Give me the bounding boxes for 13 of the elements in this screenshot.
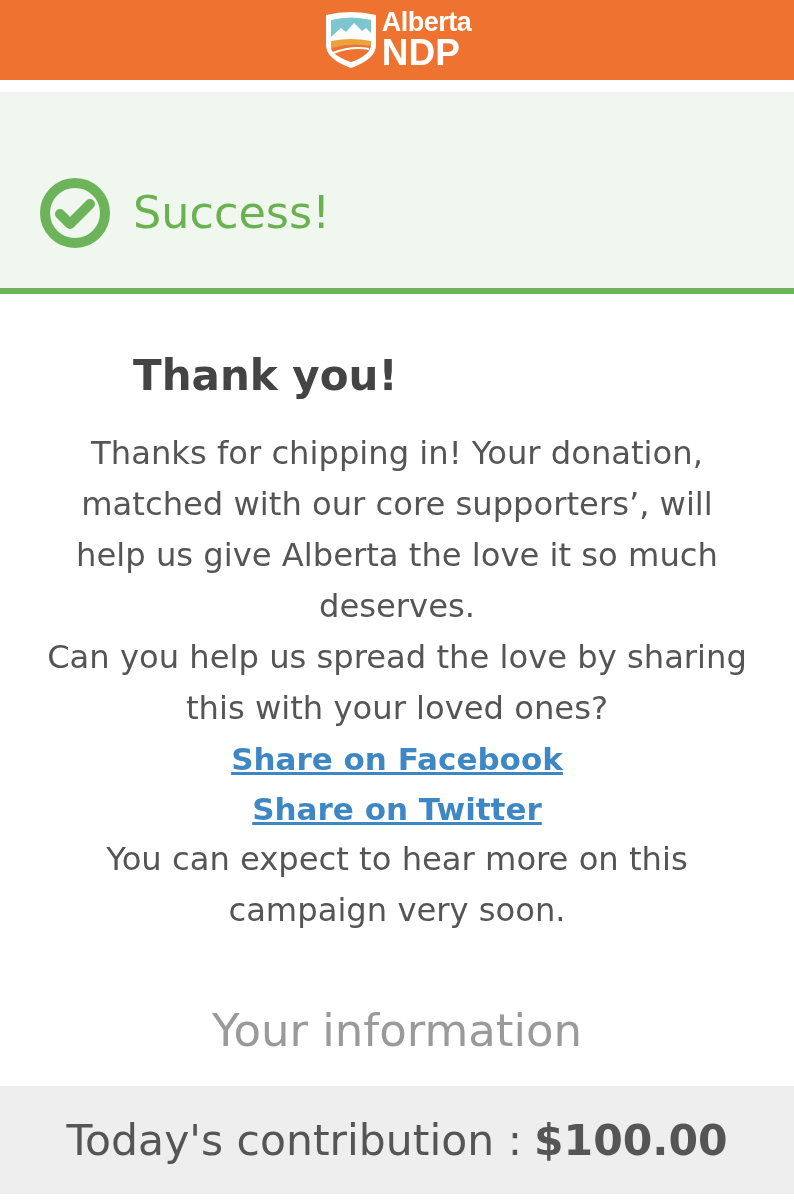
alert-title: Success! [133, 186, 330, 240]
share-link[interactable]: Share on Facebook [231, 734, 563, 784]
contribution-label: Today's contribution : [66, 1115, 523, 1165]
contribution-amount: $100.00 [534, 1115, 728, 1165]
message-text: Thanks for chipping in! Your donation, matched with our core supporters’, will help us give Alberta the love it so much deserves. [75, 433, 719, 627]
share-link[interactable]: Share on Twitter [252, 784, 542, 834]
message-text: Can you help us spread the love by sharing this with your loved ones? [46, 637, 748, 729]
message-text: You can expect to hear more on this campaign very soon. [105, 839, 689, 931]
logo-text: NDP [381, 34, 461, 71]
section-heading: Your information [211, 1003, 583, 1059]
thank-you-heading: Thank you! [133, 350, 398, 402]
check-circle-icon [40, 178, 110, 248]
logo-text: Alberta [381, 9, 472, 36]
